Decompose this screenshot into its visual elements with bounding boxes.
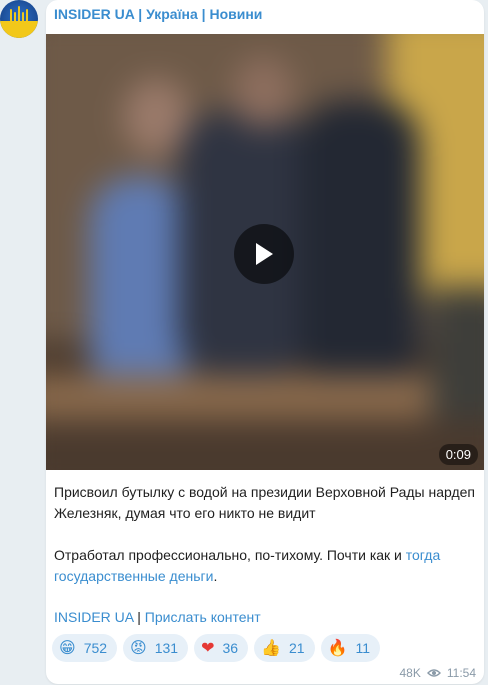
paragraph-2-suffix: . [213, 568, 218, 584]
reactions-bar: 😁 752 😡 131 ❤ 36 👍 21 🔥 11 [52, 634, 381, 662]
play-button[interactable] [234, 224, 294, 284]
video-duration: 0:09 [438, 444, 478, 465]
footer-separator: | [133, 609, 145, 625]
heart-emoji-icon: ❤ [201, 638, 215, 657]
channel-name[interactable]: INSIDER UA | Україна | Новини [54, 6, 262, 22]
reaction-count: 752 [83, 640, 108, 656]
reaction-fire[interactable]: 🔥 11 [320, 634, 381, 662]
send-content-link[interactable]: Прислать контент [145, 609, 261, 625]
message-time: 11:54 [446, 666, 476, 680]
channel-link[interactable]: INSIDER UA [54, 609, 133, 625]
message-paragraph-2: Отработал профессионально, по-тихому. По… [54, 545, 478, 587]
grin-emoji-icon: 😁 [59, 638, 76, 657]
reaction-count: 11 [355, 640, 371, 656]
view-count: 48K [399, 666, 421, 680]
channel-avatar[interactable] [0, 0, 38, 38]
reaction-heart[interactable]: ❤ 36 [194, 634, 249, 662]
reaction-count: 131 [154, 640, 179, 656]
message-paragraph-1: Присвоил бутылку с водой на президии Вер… [54, 484, 475, 521]
message-text: Присвоил бутылку с водой на президии Вер… [54, 482, 478, 608]
message-bubble: INSIDER UA | Україна | Новини 0:09 Присв… [46, 0, 484, 684]
reaction-count: 36 [222, 640, 239, 656]
angry-emoji-icon: 😡 [130, 638, 147, 657]
paragraph-2-text: Отработал профессионально, по-тихому. По… [54, 547, 406, 563]
play-icon [256, 243, 273, 265]
reaction-thumbs-up[interactable]: 👍 21 [254, 634, 315, 662]
reaction-grin[interactable]: 😁 752 [52, 634, 118, 662]
eye-icon [426, 669, 441, 677]
reaction-count: 21 [289, 640, 305, 656]
trident-icon [10, 6, 28, 32]
video-player[interactable]: 0:09 [46, 34, 484, 470]
footer-links: INSIDER UA | Прислать контент [54, 607, 261, 628]
fire-emoji-icon: 🔥 [327, 638, 348, 657]
reaction-angry[interactable]: 😡 131 [123, 634, 189, 662]
message-meta: 48K 11:54 [400, 666, 477, 680]
thumbs-up-emoji-icon: 👍 [261, 638, 281, 657]
